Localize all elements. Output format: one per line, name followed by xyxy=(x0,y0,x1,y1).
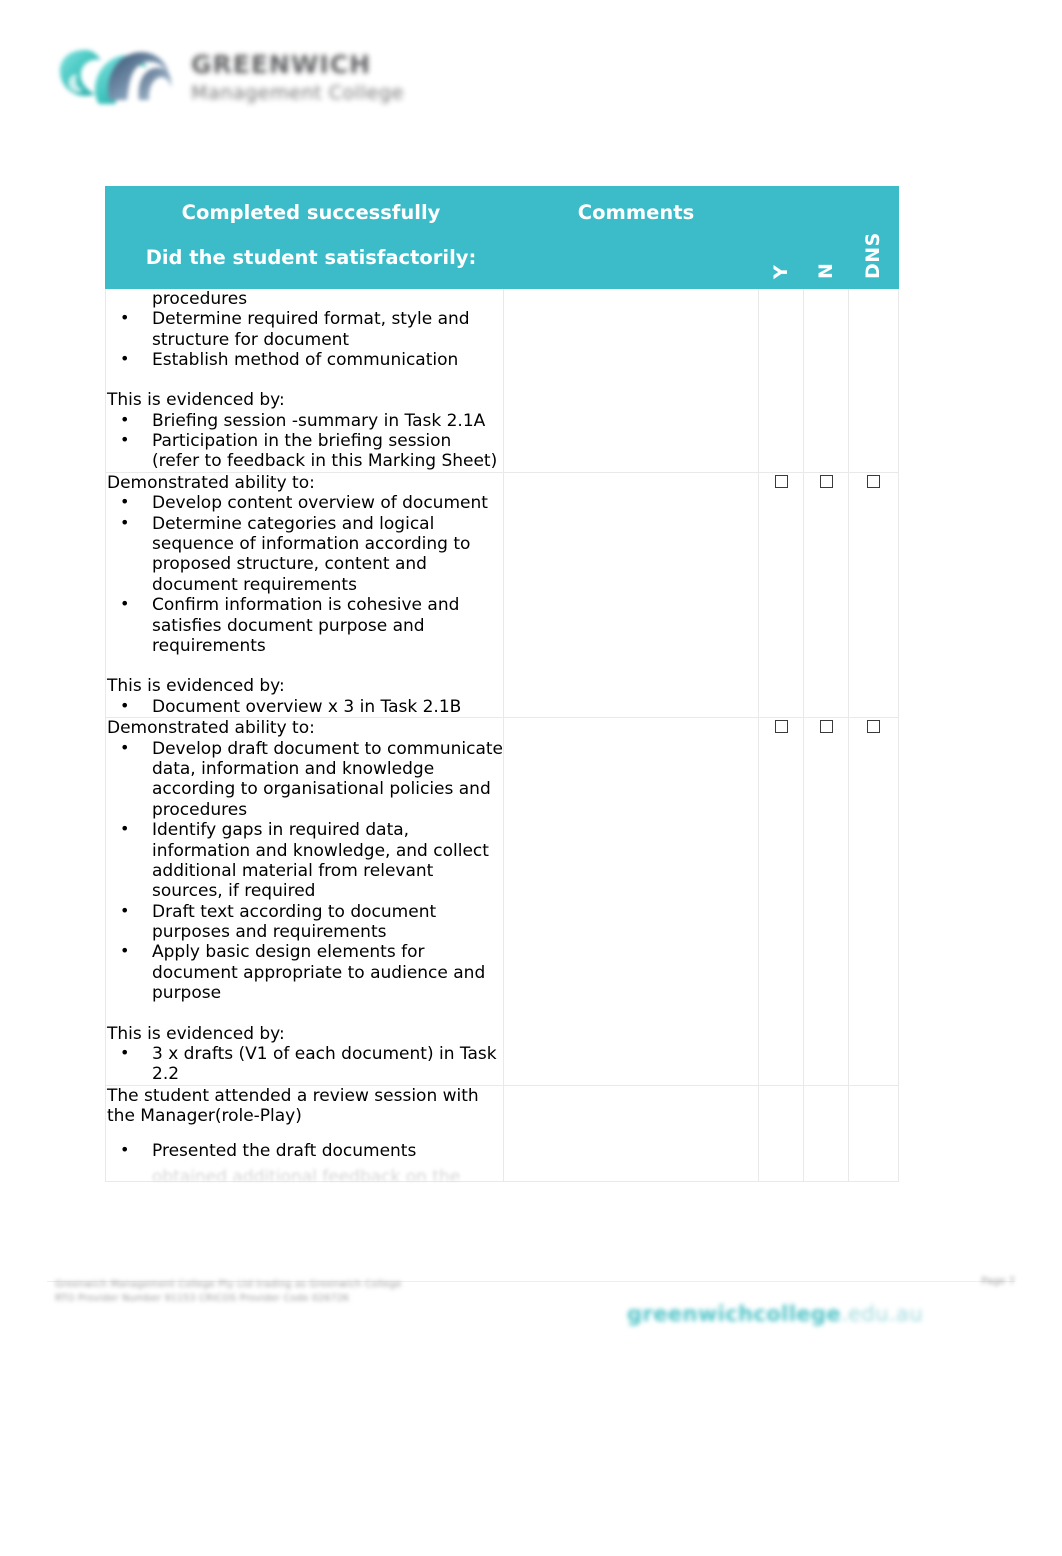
list-item: Participation in the briefing session (r… xyxy=(106,430,503,472)
list-item: 3 x drafts (V1 of each document) in Task… xyxy=(106,1043,503,1085)
evidence-bullet-list-row-3: 3 x drafts (V1 of each document) in Task… xyxy=(106,1043,503,1085)
list-item: Apply basic design elements for document… xyxy=(106,941,503,1003)
table-row: The student attended a review session wi… xyxy=(105,1084,899,1182)
column-header-y-label: Y xyxy=(769,264,792,279)
clipped-text-row-4: obtained additional feedback on the xyxy=(152,1166,461,1181)
footer-url-name: greenwichcollege xyxy=(627,1302,842,1326)
table-row: procedures Determine required format, st… xyxy=(105,287,899,473)
column-header-criteria: Completed successfully Did the student s… xyxy=(105,186,504,289)
list-item: Develop draft document to communicate da… xyxy=(106,738,503,821)
comments-cell-row-2[interactable] xyxy=(503,471,759,719)
footer-url-domain: .edu.au xyxy=(841,1302,923,1326)
criteria-bullet-list-row-4: Presented the draft documents xyxy=(106,1140,503,1161)
checkbox-cell-y-row-3[interactable] xyxy=(758,717,804,1086)
list-item: Identify gaps in required data, informat… xyxy=(106,819,503,902)
checkbox-cell-dns-row-3[interactable] xyxy=(848,717,899,1086)
criteria-lead-row-4: The student attended a review session wi… xyxy=(107,1085,479,1127)
checkbox-cell-n-row-4[interactable] xyxy=(803,1084,849,1182)
checkbox-y-row-3[interactable] xyxy=(774,720,788,734)
criteria-lead-row-3: Demonstrated ability to: xyxy=(107,718,315,739)
list-item: Draft text according to document purpose… xyxy=(106,901,503,943)
checkbox-n-row-3[interactable] xyxy=(819,720,833,734)
checkbox-y-row-2[interactable] xyxy=(774,474,788,488)
column-header-dns: DNS xyxy=(848,186,899,289)
table-row: Demonstrated ability to: Develop draft d… xyxy=(105,717,899,1086)
column-header-comments: Comments xyxy=(503,186,759,289)
list-item: procedures xyxy=(152,288,248,309)
criteria-cell-row-2: Demonstrated ability to: Develop content… xyxy=(105,471,504,719)
list-item: Briefing session -summary in Task 2.1A xyxy=(106,410,503,431)
criteria-bullet-list-row-1: procedures Determine required format, st… xyxy=(106,289,503,371)
checkbox-dns-row-2[interactable] xyxy=(867,474,880,488)
page-number: Page 7 xyxy=(981,1276,1015,1287)
evidence-lead-row-1: This is evidenced by: xyxy=(107,390,285,411)
table-row: Demonstrated ability to: Develop content… xyxy=(105,471,899,719)
marking-sheet-table: Completed successfully Did the student s… xyxy=(105,186,899,1182)
criteria-cell-row-1: procedures Determine required format, st… xyxy=(105,287,504,473)
list-item: Determine required format, style and str… xyxy=(106,308,503,350)
column-header-n-label: N xyxy=(814,262,837,279)
footer-legal-line-2: RTO Provider Number 91153 CRICOS Provide… xyxy=(55,1292,350,1304)
checkbox-cell-n-row-2[interactable] xyxy=(803,471,849,719)
evidence-bullet-list-row-2: Document overview x 3 in Task 2.1B xyxy=(106,696,503,717)
checkbox-cell-n-row-1[interactable] xyxy=(803,287,849,473)
evidence-lead-row-2: This is evidenced by: xyxy=(107,676,285,697)
footer-legal-line-1: Greenwich Management College Pty Ltd tra… xyxy=(55,1279,402,1290)
greenwich-gm-monogram-icon xyxy=(55,30,175,120)
footer-legal-text: Greenwich Management College Pty Ltd tra… xyxy=(55,1278,575,1306)
checkbox-n-row-2[interactable] xyxy=(819,474,833,488)
criteria-header-line-2: Did the student satisfactorily: xyxy=(145,246,477,270)
checkbox-cell-n-row-3[interactable] xyxy=(803,717,849,1086)
list-item: Develop content overview of document xyxy=(106,492,503,513)
document-page: GREENWICH Management College Completed s… xyxy=(0,0,1062,1556)
list-item: Establish method of communication xyxy=(106,349,503,370)
page-footer: Greenwich Management College Pty Ltd tra… xyxy=(47,1276,1015,1346)
checkbox-dns-row-3[interactable] xyxy=(867,720,880,734)
column-header-dns-label: DNS xyxy=(862,232,884,279)
logo-title: GREENWICH xyxy=(191,50,371,79)
criteria-header-line-1: Completed successfully xyxy=(181,201,441,224)
list-item: Presented the draft documents xyxy=(106,1140,503,1161)
logo-wordmark: GREENWICH Management College xyxy=(191,46,404,103)
checkbox-cell-y-row-4[interactable] xyxy=(758,1084,804,1182)
evidence-bullet-list-row-1: Briefing session -summary in Task 2.1A P… xyxy=(106,410,503,472)
criteria-bullet-list-row-2: Develop content overview of document Det… xyxy=(106,492,503,656)
checkbox-cell-dns-row-2[interactable] xyxy=(848,471,899,719)
column-header-n: N xyxy=(803,186,849,289)
criteria-cell-row-4: The student attended a review session wi… xyxy=(105,1084,504,1182)
column-header-y: Y xyxy=(758,186,804,289)
list-item: Confirm information is cohesive and sati… xyxy=(106,594,503,656)
checkbox-cell-dns-row-1[interactable] xyxy=(848,287,899,473)
evidence-lead-row-3: This is evidenced by: xyxy=(107,1023,285,1044)
checkbox-cell-y-row-1[interactable] xyxy=(758,287,804,473)
checkbox-cell-y-row-2[interactable] xyxy=(758,471,804,719)
checkbox-cell-dns-row-4[interactable] xyxy=(848,1084,899,1182)
list-item: Document overview x 3 in Task 2.1B xyxy=(106,696,503,717)
criteria-bullet-list-row-3: Develop draft document to communicate da… xyxy=(106,738,503,1004)
comments-cell-row-1[interactable] xyxy=(503,287,759,473)
criteria-cell-row-3: Demonstrated ability to: Develop draft d… xyxy=(105,717,504,1086)
list-item: Determine categories and logical sequenc… xyxy=(106,513,503,596)
comments-header-label: Comments xyxy=(577,201,695,224)
table-header-row: Completed successfully Did the student s… xyxy=(105,186,899,289)
college-logo-header: GREENWICH Management College xyxy=(55,22,475,127)
comments-cell-row-4[interactable] xyxy=(503,1084,759,1182)
logo-subtitle: Management College xyxy=(191,82,404,104)
criteria-lead-row-2: Demonstrated ability to: xyxy=(107,472,315,493)
comments-cell-row-3[interactable] xyxy=(503,717,759,1086)
footer-website-url: greenwichcollege.edu.au xyxy=(627,1302,923,1326)
